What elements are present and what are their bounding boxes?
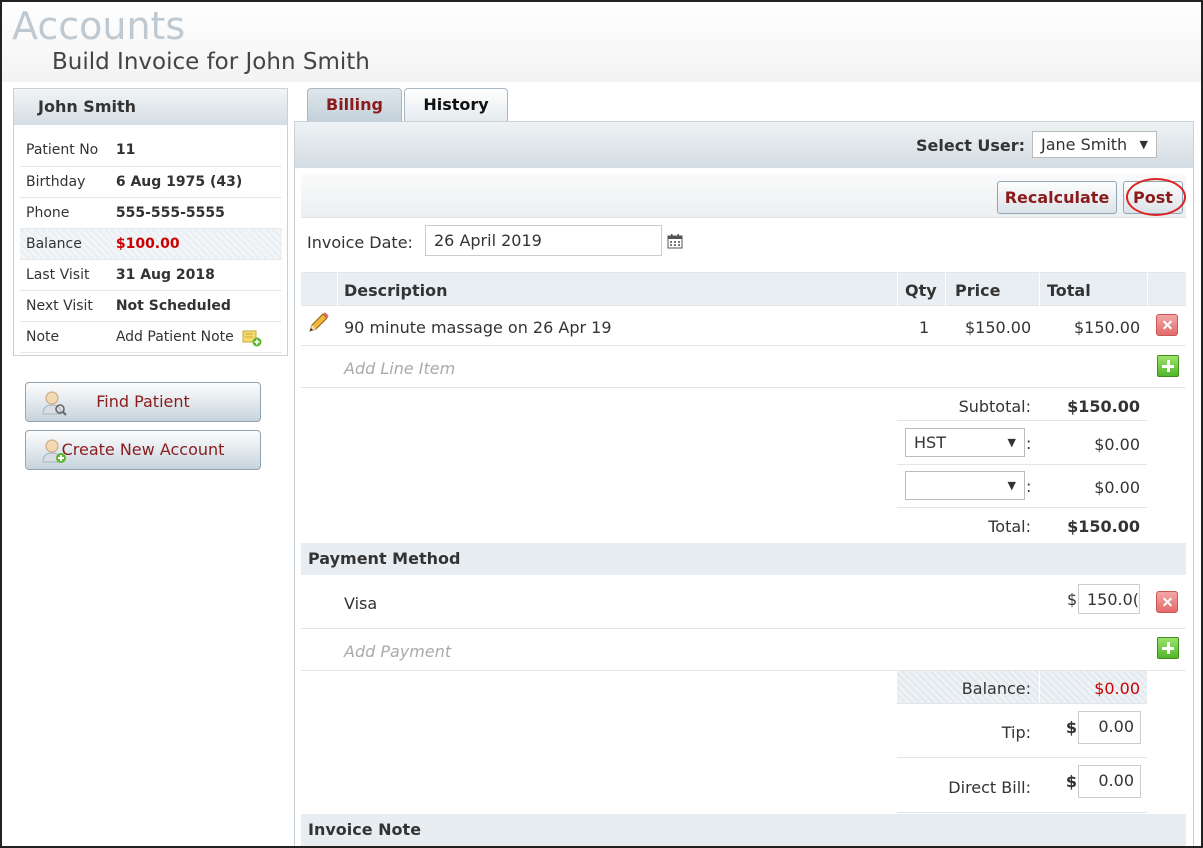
app-title: Accounts	[12, 4, 186, 48]
tab-billing[interactable]: Billing	[307, 88, 402, 122]
field-value: 555-555-5555	[109, 197, 282, 229]
col-qty: Qty	[905, 281, 937, 300]
col-total: Total	[1047, 281, 1091, 300]
balance-value: $100.00	[109, 228, 282, 260]
col-description: Description	[344, 281, 448, 300]
field-label: Next Visit	[20, 290, 110, 322]
find-patient-button[interactable]: Find Patient	[25, 382, 261, 422]
direct-bill-input[interactable]: 0.00	[1078, 765, 1141, 798]
tax2-select[interactable]: ▼	[905, 471, 1025, 500]
tax2-colon: :	[1026, 477, 1032, 496]
tab-history[interactable]: History	[404, 88, 508, 122]
calendar-icon[interactable]	[667, 233, 683, 253]
add-note-label[interactable]: Add Patient Note	[116, 329, 234, 345]
add-payment-placeholder[interactable]: Add Payment	[344, 642, 451, 661]
invoice-date-label: Invoice Date:	[307, 233, 413, 252]
direct-bill-currency: $	[1065, 772, 1077, 791]
field-value: Not Scheduled	[109, 290, 282, 322]
add-line-item-row: Add Line Item	[301, 346, 1186, 388]
payment-currency: $	[1067, 590, 1078, 609]
field-value: 11	[109, 135, 282, 167]
payment-method-header: Payment Method	[301, 543, 1186, 575]
subtotal-value: $150.00	[1067, 397, 1140, 416]
add-line-item-placeholder[interactable]: Add Line Item	[344, 359, 455, 378]
payment-row: Visa $ 150.0(	[301, 575, 1186, 629]
chevron-down-icon: ▼	[1007, 436, 1016, 449]
page-header: Accounts Build Invoice for John Smith	[2, 2, 1201, 82]
post-highlight-circle	[1126, 178, 1186, 216]
patient-field-row: Balance $100.00	[20, 228, 282, 260]
patient-field-row: Last Visit 31 Aug 2018	[20, 259, 282, 291]
add-line-item-icon[interactable]	[1157, 355, 1179, 377]
total-label: Total:	[988, 517, 1031, 536]
direct-bill-label: Direct Bill:	[948, 778, 1031, 797]
field-label: Last Visit	[20, 259, 110, 291]
patient-field-row: Phone 555-555-5555	[20, 197, 282, 229]
delete-item-icon[interactable]	[1156, 314, 1178, 336]
user-select[interactable]: Jane Smith ▼	[1032, 131, 1157, 158]
billing-panel: Select User: Jane Smith ▼ Recalculate Po…	[294, 121, 1194, 846]
user-bar: Select User: Jane Smith ▼	[295, 122, 1193, 168]
invoice-toolbar: Recalculate Post	[301, 174, 1186, 218]
tax2-value: $0.00	[1094, 478, 1140, 497]
item-total: $150.00	[1074, 318, 1141, 337]
field-label: Birthday	[20, 166, 110, 198]
invoice-date-input[interactable]: 26 April 2019	[425, 225, 662, 256]
item-description: 90 minute massage on 26 Apr 19	[344, 318, 612, 337]
patient-info-table: Patient No 11 Birthday 6 Aug 1975 (43) Pho…	[20, 135, 282, 353]
patient-field-row: Patient No 11	[20, 135, 282, 167]
patient-name: John Smith	[14, 89, 287, 125]
tax1-colon: :	[1026, 434, 1032, 453]
payment-method-name: Visa	[344, 594, 378, 613]
user-search-icon	[40, 389, 68, 417]
add-payment-row: Add Payment	[301, 629, 1186, 671]
tip-label: Tip:	[1001, 723, 1031, 742]
select-user-label: Select User:	[916, 136, 1026, 155]
user-select-value: Jane Smith	[1041, 135, 1128, 154]
subtotal-label: Subtotal:	[958, 397, 1031, 416]
field-label: Patient No	[20, 135, 110, 167]
tax1-select[interactable]: HST ▼	[905, 428, 1025, 457]
patient-field-row: Next Visit Not Scheduled	[20, 290, 282, 322]
item-qty: 1	[919, 318, 930, 337]
chevron-down-icon: ▼	[1139, 138, 1148, 151]
add-patient-note-link[interactable]: Add Patient Note	[109, 321, 282, 353]
patient-field-row: Note Add Patient Note	[20, 321, 282, 353]
total-value: $150.00	[1067, 517, 1140, 536]
payment-amount-input[interactable]: 150.0(	[1078, 584, 1140, 614]
field-label: Balance	[20, 228, 110, 260]
tax1-value: $0.00	[1094, 435, 1140, 454]
delete-payment-icon[interactable]	[1156, 591, 1178, 613]
patient-card: John Smith Patient No 11 Birthday 6 Aug 19…	[13, 88, 288, 356]
invoice-note-header: Invoice Note	[301, 814, 1186, 846]
tip-currency: $	[1065, 718, 1077, 737]
field-value: 31 Aug 2018	[109, 259, 282, 291]
find-patient-label[interactable]: Find Patient	[96, 392, 190, 411]
field-label: Note	[20, 321, 110, 353]
app-window: Accounts Build Invoice for John Smith Jo…	[0, 0, 1203, 848]
line-items-header: Description Qty Price Total	[301, 272, 1186, 306]
add-note-icon[interactable]	[242, 329, 262, 346]
field-label: Phone	[20, 197, 110, 229]
tip-input[interactable]: 0.00	[1078, 711, 1141, 744]
chevron-down-icon: ▼	[1007, 479, 1016, 492]
page-subtitle: Build Invoice for John Smith	[52, 49, 370, 75]
tax1-select-value: HST	[914, 433, 946, 452]
add-payment-icon[interactable]	[1157, 637, 1179, 659]
balance-label: Balance:	[961, 679, 1031, 698]
col-price: Price	[955, 281, 1001, 300]
user-add-icon	[40, 437, 68, 465]
edit-pencil-icon[interactable]	[307, 312, 329, 338]
balance-value: $0.00	[1094, 679, 1140, 698]
item-price: $150.00	[965, 318, 1032, 337]
patient-field-row: Birthday 6 Aug 1975 (43)	[20, 166, 282, 198]
create-account-button[interactable]: Create New Account	[25, 430, 261, 470]
table-row: 90 minute massage on 26 Apr 19 1 $150.00…	[301, 306, 1186, 346]
create-account-label[interactable]: Create New Account	[62, 440, 225, 459]
recalculate-button[interactable]: Recalculate	[997, 181, 1117, 214]
field-value: 6 Aug 1975 (43)	[109, 166, 282, 198]
